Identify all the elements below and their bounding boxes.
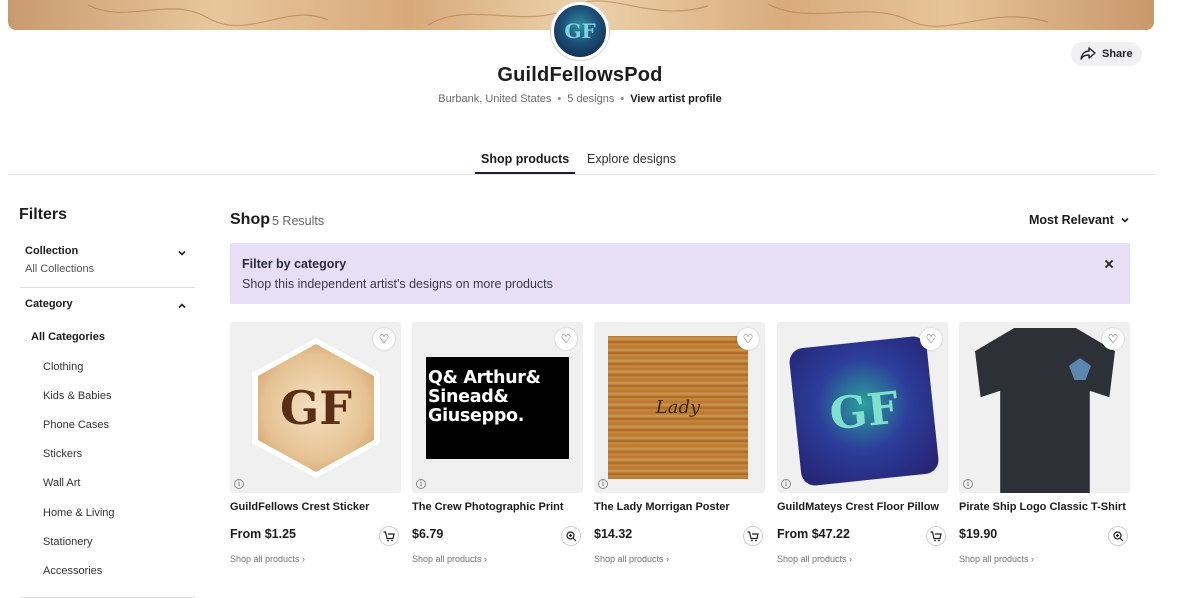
favorite-heart-icon[interactable]: ♡ bbox=[1102, 328, 1124, 350]
shop-all-products-link[interactable]: Shop all products › bbox=[959, 554, 1034, 564]
shop-all-products-link[interactable]: Shop all products › bbox=[412, 554, 487, 564]
favorite-heart-icon[interactable]: ♡ bbox=[737, 328, 759, 350]
product-card[interactable]: Lady ♡ i The Lady Morrigan Poster $14.32… bbox=[594, 322, 765, 564]
shop-all-products-link[interactable]: Shop all products › bbox=[777, 554, 852, 564]
zoom-icon[interactable] bbox=[561, 526, 581, 546]
filter-collection-label: Collection bbox=[25, 245, 79, 257]
shop-title: Shop bbox=[230, 211, 270, 228]
chevron-down-icon bbox=[1121, 217, 1129, 223]
view-artist-profile-link[interactable]: View artist profile bbox=[630, 93, 722, 105]
shop-all-products-link[interactable]: Shop all products › bbox=[230, 554, 305, 564]
filter-collection[interactable]: Collection All Collections bbox=[20, 245, 195, 279]
category-item[interactable]: Kids & Babies bbox=[43, 390, 111, 402]
info-icon[interactable]: i bbox=[416, 479, 426, 489]
category-item[interactable]: Wall Art bbox=[43, 477, 81, 489]
tab-shop-products[interactable]: Shop products bbox=[475, 152, 576, 174]
product-title[interactable]: The Lady Morrigan Poster bbox=[594, 501, 765, 513]
separator-dot: • bbox=[620, 93, 625, 105]
info-icon[interactable]: i bbox=[963, 479, 973, 489]
shop-all-products-label: Shop all products bbox=[777, 554, 847, 564]
product-price: From $1.25 bbox=[230, 527, 297, 541]
category-item[interactable]: Phone Cases bbox=[43, 419, 109, 431]
add-to-cart-icon[interactable] bbox=[379, 526, 399, 546]
product-price: $19.90 bbox=[959, 527, 998, 541]
filter-category-label: Category bbox=[25, 298, 73, 310]
favorite-heart-icon[interactable]: ♡ bbox=[920, 328, 942, 350]
profile-tabs: Shop products Explore designs bbox=[8, 146, 1154, 175]
artist-designs-count[interactable]: 5 designs bbox=[567, 93, 614, 105]
chevron-down-icon bbox=[178, 250, 186, 256]
chevron-up-icon bbox=[178, 303, 186, 309]
product-image[interactable]: GF ♡ i bbox=[777, 322, 948, 493]
share-label: Share bbox=[1102, 48, 1133, 60]
artist-meta: Burbank, United States • 5 designs • View ar… bbox=[0, 93, 1160, 105]
info-icon[interactable]: i bbox=[781, 479, 791, 489]
separator-dot: • bbox=[557, 93, 562, 105]
share-button[interactable]: Share bbox=[1071, 42, 1142, 66]
results-count: 5 Results bbox=[272, 214, 325, 228]
category-item[interactable]: Home & Living bbox=[43, 507, 115, 519]
sort-label: Most Relevant bbox=[1029, 213, 1114, 227]
product-title[interactable]: GuildFellows Crest Sticker bbox=[230, 501, 401, 513]
product-image[interactable]: GF ♡ i bbox=[230, 322, 401, 493]
product-card[interactable]: GF ♡ i GuildMateys Crest Floor Pillow Fr… bbox=[777, 322, 948, 564]
filters-title: Filters bbox=[19, 206, 68, 223]
product-card[interactable]: GF ♡ i GuildFellows Crest Sticker From $… bbox=[230, 322, 401, 564]
artist-location: Burbank, United States bbox=[438, 93, 552, 105]
poster-art: Lady bbox=[608, 336, 748, 479]
shop-all-products-label: Shop all products bbox=[594, 554, 664, 564]
product-card[interactable]: ♡ i Pirate Ship Logo Classic T-Shirt $19… bbox=[959, 322, 1130, 564]
artist-avatar[interactable]: GF bbox=[551, 2, 609, 60]
avatar-monogram: GF bbox=[564, 19, 596, 43]
product-price: $6.79 bbox=[412, 527, 444, 541]
add-to-cart-icon[interactable] bbox=[743, 526, 763, 546]
tab-explore-designs[interactable]: Explore designs bbox=[581, 152, 682, 174]
zoom-icon[interactable] bbox=[1108, 526, 1128, 546]
share-icon bbox=[1080, 47, 1096, 60]
product-image[interactable]: Lady ♡ i bbox=[594, 322, 765, 493]
category-item[interactable]: Clothing bbox=[43, 361, 83, 373]
shop-all-products-link[interactable]: Shop all products › bbox=[594, 554, 669, 564]
shop-all-products-label: Shop all products bbox=[959, 554, 1029, 564]
artist-name: GuildFellowsPod bbox=[497, 64, 663, 86]
favorite-heart-icon[interactable]: ♡ bbox=[555, 328, 577, 350]
product-image[interactable]: Q& Arthur& Sinead& Giuseppo. ♡ i bbox=[412, 322, 583, 493]
category-item[interactable]: Stationery bbox=[43, 536, 93, 548]
product-card[interactable]: Q& Arthur& Sinead& Giuseppo. ♡ i The Cre… bbox=[412, 322, 583, 564]
promo-title: Filter by category bbox=[242, 257, 347, 271]
product-image[interactable]: ♡ i bbox=[959, 322, 1130, 493]
filter-by-category-banner: Filter by category Shop this independent… bbox=[230, 243, 1130, 304]
filter-divider bbox=[20, 287, 195, 288]
promo-text: Shop this independent artist's designs o… bbox=[242, 277, 553, 291]
product-title[interactable]: Pirate Ship Logo Classic T-Shirt bbox=[959, 501, 1130, 513]
close-icon[interactable] bbox=[1104, 259, 1114, 269]
sort-dropdown[interactable]: Most Relevant bbox=[1029, 213, 1130, 227]
info-icon[interactable]: i bbox=[598, 479, 608, 489]
shop-all-products-label: Shop all products bbox=[230, 554, 300, 564]
category-item[interactable]: Accessories bbox=[43, 565, 102, 577]
filter-category[interactable]: Category bbox=[20, 298, 195, 314]
favorite-heart-icon[interactable]: ♡ bbox=[373, 328, 395, 350]
info-icon[interactable]: i bbox=[234, 479, 244, 489]
product-price: $14.32 bbox=[594, 527, 633, 541]
product-title[interactable]: The Crew Photographic Print bbox=[412, 501, 583, 513]
tshirt-art bbox=[975, 328, 1115, 493]
pillow-art: GF bbox=[788, 335, 940, 487]
add-to-cart-icon[interactable] bbox=[926, 526, 946, 546]
print-art: Q& Arthur& Sinead& Giuseppo. bbox=[426, 357, 569, 459]
shop-all-products-label: Shop all products bbox=[412, 554, 482, 564]
category-item[interactable]: Stickers bbox=[43, 448, 82, 460]
filter-collection-value: All Collections bbox=[25, 263, 95, 275]
product-price: From $47.22 bbox=[777, 527, 850, 541]
category-all[interactable]: All Categories bbox=[31, 331, 105, 343]
product-title[interactable]: GuildMateys Crest Floor Pillow bbox=[777, 501, 948, 513]
